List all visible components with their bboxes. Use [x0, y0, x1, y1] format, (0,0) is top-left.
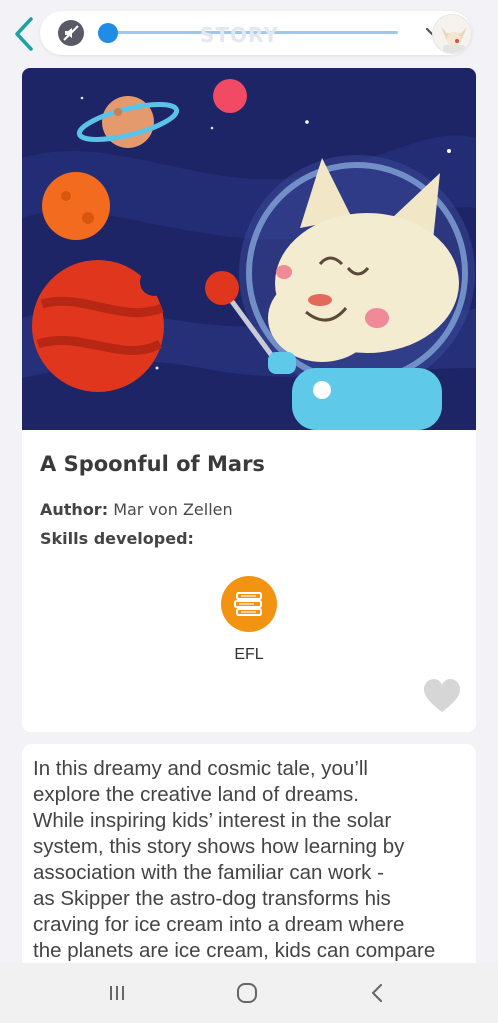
skills-line: Skills developed: — [40, 529, 194, 548]
back-button[interactable] — [10, 14, 38, 54]
story-description: In this dreamy and cosmic tale, you’ll e… — [33, 757, 436, 962]
recent-apps-icon — [110, 986, 124, 1000]
dog-avatar-icon — [433, 15, 471, 53]
system-nav-bar — [0, 963, 498, 1023]
chevron-left-icon — [15, 17, 33, 51]
story-description-panel[interactable]: In this dreamy and cosmic tale, you’ll e… — [22, 744, 476, 984]
back-arrow-icon — [372, 984, 382, 1002]
skill-badge[interactable] — [221, 576, 277, 632]
progress-label: STORY — [200, 23, 279, 47]
audio-toggle-button[interactable] — [58, 20, 84, 46]
story-cover-image — [22, 68, 476, 430]
skill-label: EFL — [234, 646, 264, 663]
progress-thumb[interactable] — [98, 23, 118, 43]
author-line: Author: Mar von Zellen — [40, 500, 233, 519]
skills-label: Skills developed: — [40, 529, 194, 548]
author-label: Author: — [40, 500, 109, 519]
story-card[interactable]: A Spoonful of Mars Author: Mar von Zelle… — [22, 68, 476, 732]
home-icon — [237, 983, 257, 1003]
heart-icon[interactable] — [422, 678, 462, 714]
author-name: Mar von Zellen — [113, 500, 233, 519]
system-back-button[interactable] — [357, 977, 397, 1009]
recent-apps-button[interactable] — [97, 977, 137, 1009]
top-bar: STORY — [0, 0, 498, 62]
audio-progress-bar: STORY — [40, 11, 472, 55]
home-button[interactable] — [227, 977, 267, 1009]
audio-off-icon — [63, 25, 79, 41]
avatar[interactable] — [432, 14, 472, 54]
books-icon — [234, 592, 262, 616]
story-title: A Spoonful of Mars — [40, 452, 265, 476]
